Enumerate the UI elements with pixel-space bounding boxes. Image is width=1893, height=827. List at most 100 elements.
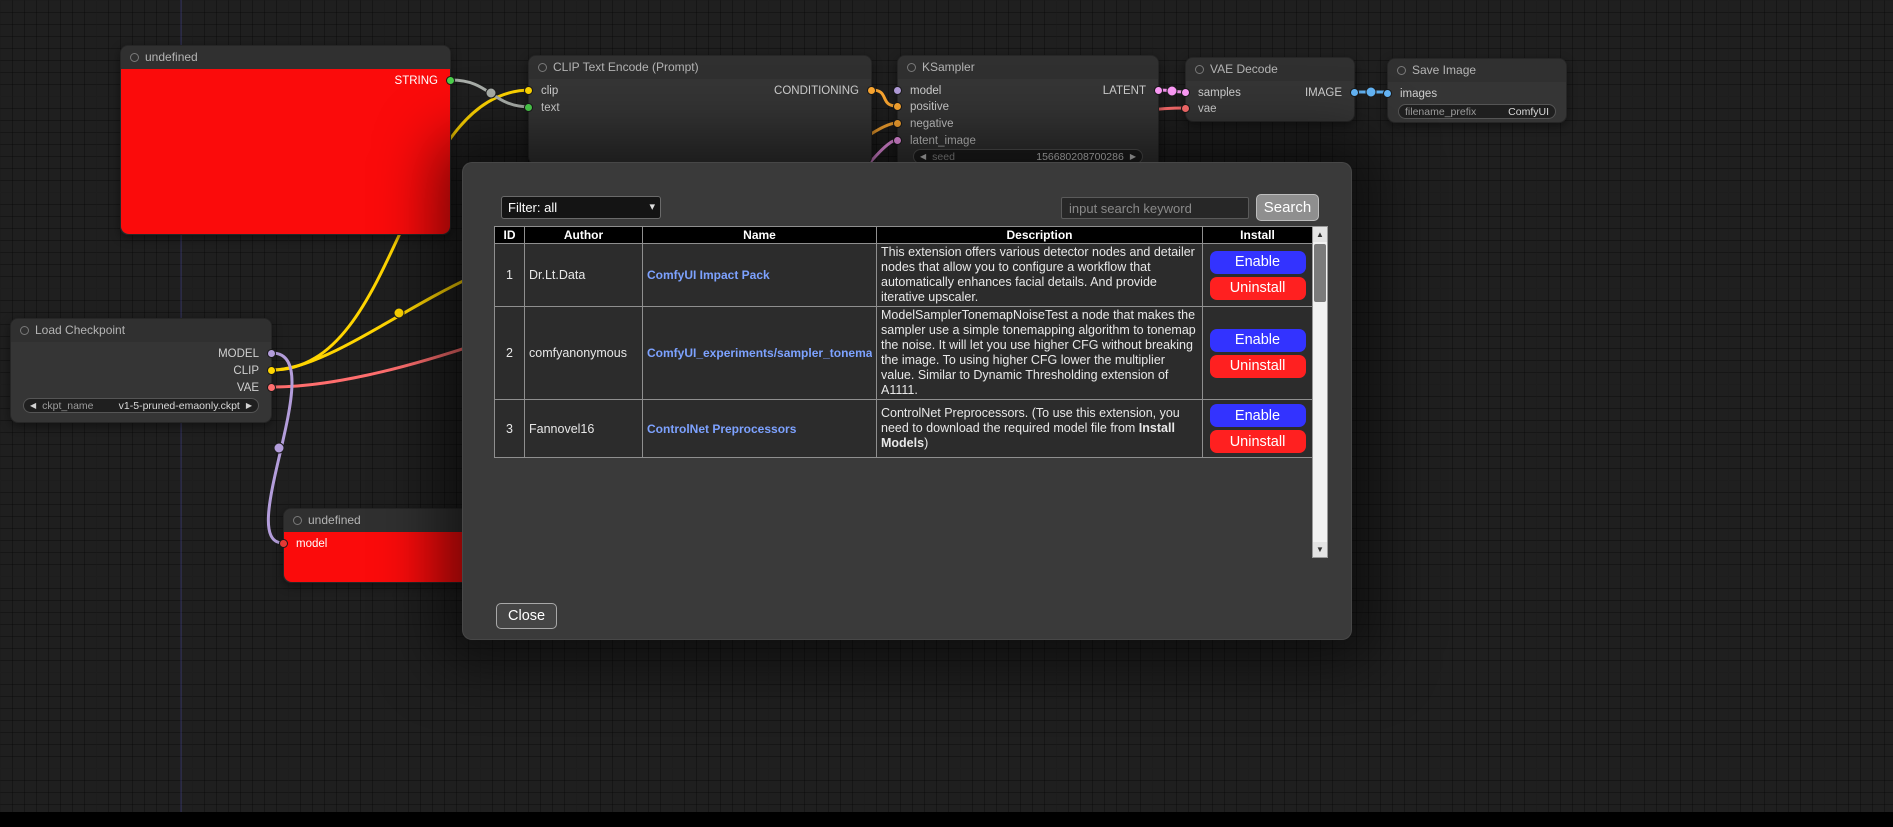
extension-table: ID Author Name Description Install 1 Dr.… bbox=[494, 226, 1313, 458]
cell-author: Dr.Lt.Data bbox=[525, 244, 643, 307]
cell-description: ControlNet Preprocessors. (To use this e… bbox=[877, 400, 1203, 458]
input-port-vae[interactable] bbox=[1181, 104, 1190, 113]
cell-author: comfyanonymous bbox=[525, 307, 643, 400]
node-body-error bbox=[121, 69, 450, 234]
output-label-conditioning: CONDITIONING bbox=[774, 83, 859, 99]
enable-button[interactable]: Enable bbox=[1210, 404, 1306, 427]
node-title: Load Checkpoint bbox=[35, 323, 125, 337]
node-header[interactable]: VAE Decode bbox=[1186, 58, 1354, 81]
extension-link[interactable]: ControlNet Preprocessors bbox=[647, 422, 872, 436]
input-port-model[interactable] bbox=[279, 539, 288, 548]
collapse-dot-icon[interactable] bbox=[1397, 66, 1406, 75]
collapse-dot-icon[interactable] bbox=[538, 63, 547, 72]
bottom-bar bbox=[0, 812, 1893, 827]
input-label-images: images bbox=[1400, 86, 1437, 102]
node-header[interactable]: undefined bbox=[121, 46, 450, 69]
input-label-model: model bbox=[296, 536, 327, 552]
filename-prefix-value: ComfyUI bbox=[1508, 106, 1549, 118]
input-port-images[interactable] bbox=[1383, 89, 1392, 98]
cell-id: 1 bbox=[495, 244, 525, 307]
collapse-dot-icon[interactable] bbox=[907, 63, 916, 72]
table-scrollbar[interactable]: ▲ ▼ bbox=[1312, 226, 1328, 558]
node-load-checkpoint[interactable]: Load Checkpoint MODEL CLIP VAE ◀ ckpt_na… bbox=[10, 318, 272, 423]
uninstall-button[interactable]: Uninstall bbox=[1210, 277, 1306, 300]
input-label-positive: positive bbox=[910, 99, 949, 115]
node-header[interactable]: Save Image bbox=[1388, 59, 1566, 82]
output-label-string: STRING bbox=[395, 73, 438, 89]
scrollbar-thumb[interactable] bbox=[1314, 244, 1326, 302]
uninstall-button[interactable]: Uninstall bbox=[1210, 355, 1306, 378]
output-label-clip: CLIP bbox=[233, 363, 259, 379]
cell-install: Enable Uninstall bbox=[1203, 400, 1313, 458]
cell-description: ModelSamplerTonemapNoiseTest a node that… bbox=[877, 307, 1203, 400]
node-vae-decode[interactable]: VAE Decode samples vae IMAGE bbox=[1185, 57, 1355, 122]
search-input[interactable] bbox=[1061, 197, 1249, 219]
output-label-image: IMAGE bbox=[1305, 85, 1342, 101]
table-row: 3 Fannovel16 ControlNet Preprocessors Co… bbox=[495, 400, 1313, 458]
filter-select[interactable]: Filter: all bbox=[501, 196, 661, 219]
cell-description: This extension offers various detector n… bbox=[877, 244, 1203, 307]
close-button[interactable]: Close bbox=[496, 603, 557, 629]
collapse-dot-icon[interactable] bbox=[293, 516, 302, 525]
input-port-negative[interactable] bbox=[893, 119, 902, 128]
node-clip-text-encode[interactable]: CLIP Text Encode (Prompt) clip text COND… bbox=[528, 55, 872, 165]
input-port-positive[interactable] bbox=[893, 102, 902, 111]
filter-select-wrap: Filter: all ▾ bbox=[501, 196, 661, 219]
output-port-image[interactable] bbox=[1350, 88, 1359, 97]
output-port-string[interactable] bbox=[446, 76, 455, 85]
input-label-negative: negative bbox=[910, 116, 953, 132]
table-row: 2 comfyanonymous ComfyUI_experiments/sam… bbox=[495, 307, 1313, 400]
input-port-text[interactable] bbox=[524, 103, 533, 112]
output-port-clip[interactable] bbox=[267, 366, 276, 375]
search-button[interactable]: Search bbox=[1256, 194, 1319, 221]
extension-link[interactable]: ComfyUI Impact Pack bbox=[647, 268, 872, 282]
widget-left-arrow-icon[interactable]: ◀ bbox=[30, 399, 36, 412]
node-header[interactable]: KSampler bbox=[898, 56, 1158, 79]
node-title: VAE Decode bbox=[1210, 62, 1278, 76]
cell-id: 2 bbox=[495, 307, 525, 400]
node-title: CLIP Text Encode (Prompt) bbox=[553, 60, 699, 74]
scroll-up-arrow-icon[interactable]: ▲ bbox=[1313, 227, 1327, 242]
input-port-model[interactable] bbox=[893, 86, 902, 95]
enable-button[interactable]: Enable bbox=[1210, 329, 1306, 352]
extension-table-container: ID Author Name Description Install 1 Dr.… bbox=[494, 226, 1328, 558]
collapse-dot-icon[interactable] bbox=[1195, 65, 1204, 74]
widget-right-arrow-icon[interactable]: ▶ bbox=[246, 399, 252, 412]
node-header[interactable]: CLIP Text Encode (Prompt) bbox=[529, 56, 871, 79]
node-undefined-top[interactable]: undefined STRING bbox=[120, 45, 451, 235]
output-port-model[interactable] bbox=[267, 349, 276, 358]
node-ksampler[interactable]: KSampler model positive negative latent_… bbox=[897, 55, 1159, 170]
input-port-clip[interactable] bbox=[524, 86, 533, 95]
cell-install: Enable Uninstall bbox=[1203, 307, 1313, 400]
enable-button[interactable]: Enable bbox=[1210, 251, 1306, 274]
input-label-samples: samples bbox=[1198, 85, 1241, 101]
output-port-vae[interactable] bbox=[267, 383, 276, 392]
node-header[interactable]: Load Checkpoint bbox=[11, 319, 271, 342]
header-install: Install bbox=[1203, 227, 1313, 244]
scroll-down-arrow-icon[interactable]: ▼ bbox=[1313, 542, 1327, 557]
output-label-model: MODEL bbox=[218, 346, 259, 362]
ckpt-name-widget[interactable]: ◀ ckpt_name v1-5-pruned-emaonly.ckpt ▶ bbox=[23, 398, 259, 413]
collapse-dot-icon[interactable] bbox=[20, 326, 29, 335]
ckpt-name-label: ckpt_name bbox=[42, 400, 93, 412]
header-id: ID bbox=[495, 227, 525, 244]
output-port-latent[interactable] bbox=[1154, 86, 1163, 95]
input-label-latent-image: latent_image bbox=[910, 133, 976, 149]
input-port-samples[interactable] bbox=[1181, 88, 1190, 97]
node-title: KSampler bbox=[922, 60, 975, 74]
extension-link[interactable]: ComfyUI_experiments/sampler_tonemap bbox=[647, 346, 872, 360]
cell-install: Enable Uninstall bbox=[1203, 244, 1313, 307]
output-port-conditioning[interactable] bbox=[867, 86, 876, 95]
input-label-text: text bbox=[541, 100, 560, 116]
input-port-latent-image[interactable] bbox=[893, 136, 902, 145]
cell-id: 3 bbox=[495, 400, 525, 458]
node-save-image[interactable]: Save Image images filename_prefix ComfyU… bbox=[1387, 58, 1567, 123]
output-label-vae: VAE bbox=[237, 380, 259, 396]
table-row: 1 Dr.Lt.Data ComfyUI Impact Pack This ex… bbox=[495, 244, 1313, 307]
table-header-row: ID Author Name Description Install bbox=[495, 227, 1313, 244]
node-title: undefined bbox=[145, 50, 198, 64]
filename-prefix-widget[interactable]: filename_prefix ComfyUI bbox=[1398, 104, 1556, 119]
header-name: Name bbox=[643, 227, 877, 244]
uninstall-button[interactable]: Uninstall bbox=[1210, 430, 1306, 453]
collapse-dot-icon[interactable] bbox=[130, 53, 139, 62]
